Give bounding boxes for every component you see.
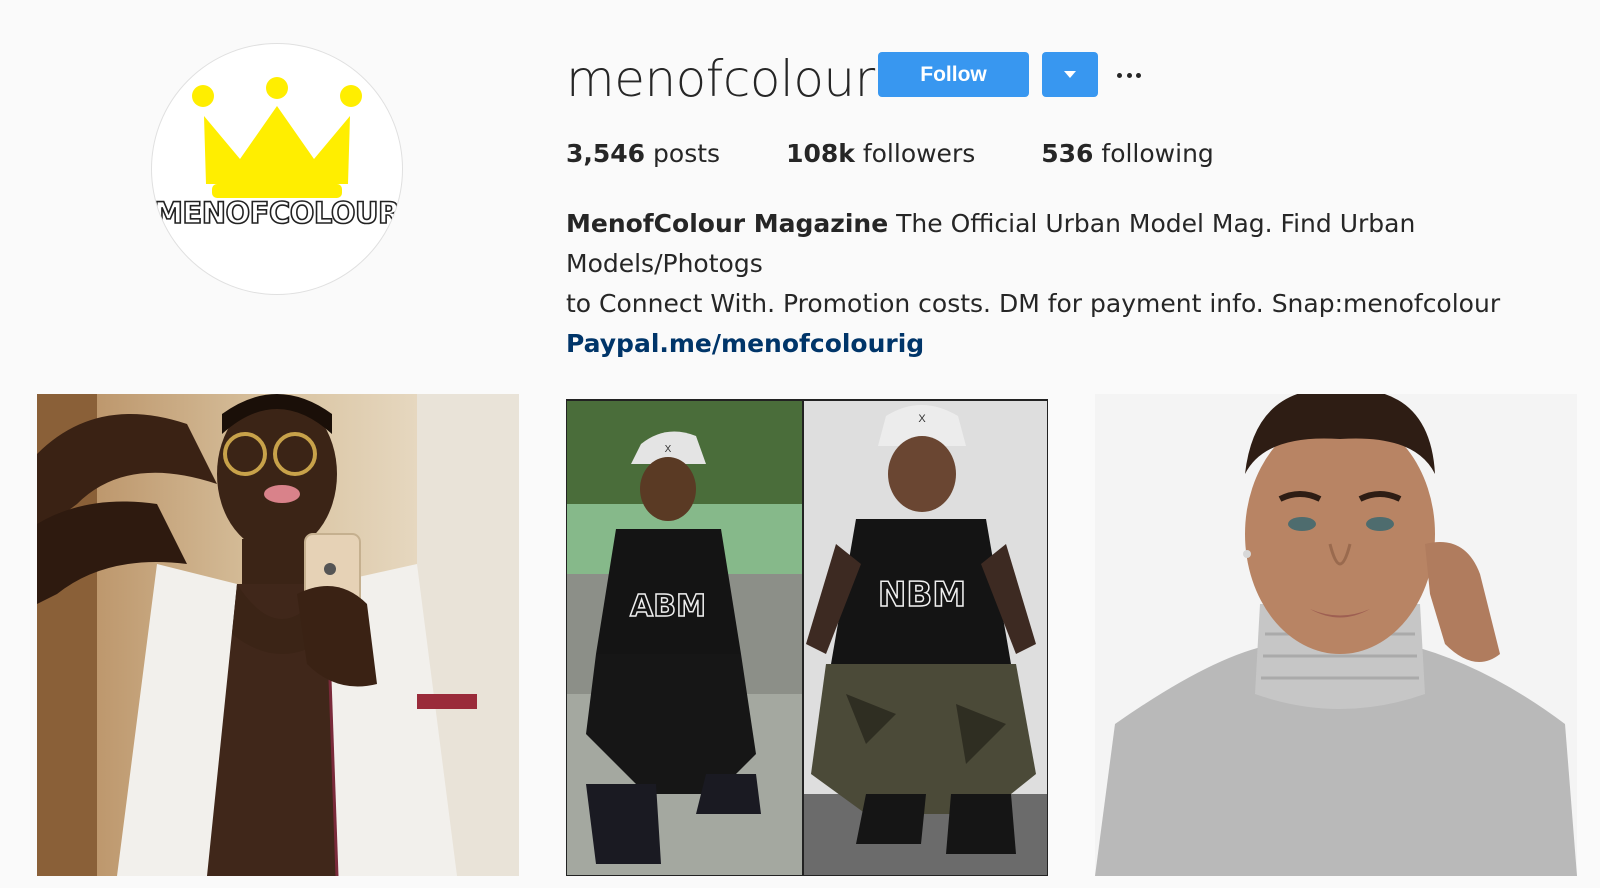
suggestions-dropdown-button[interactable] bbox=[1042, 52, 1098, 97]
follow-button[interactable]: Follow bbox=[878, 52, 1029, 97]
followers-stat[interactable]: 108k followers bbox=[786, 139, 975, 168]
bio-line-1: MenofColour Magazine The Official Urban … bbox=[566, 204, 1566, 284]
posts-label: posts bbox=[653, 139, 721, 168]
more-options-button[interactable] bbox=[1113, 60, 1145, 90]
dot-icon bbox=[1136, 72, 1141, 78]
post-image-3 bbox=[1095, 394, 1577, 876]
post-thumbnail[interactable]: ABM X NBM X bbox=[566, 394, 1048, 876]
left-shirt-logo: ABM bbox=[630, 589, 706, 624]
profile-stats: 3,546 posts 108k followers 536 following bbox=[566, 139, 1280, 168]
profile-bio: MenofColour Magazine The Official Urban … bbox=[566, 204, 1566, 364]
right-shirt-logo: NBM bbox=[878, 575, 966, 615]
following-stat[interactable]: 536 following bbox=[1041, 139, 1214, 168]
profile-username: menofcolour bbox=[566, 50, 875, 108]
left-cap-mark: X bbox=[665, 444, 672, 455]
following-label: following bbox=[1101, 139, 1214, 168]
post-image-2: ABM X NBM X bbox=[566, 394, 1048, 876]
posts-stat: 3,546 posts bbox=[566, 139, 720, 168]
profile-avatar[interactable]: MENOFCOLOUR bbox=[151, 43, 403, 295]
right-cap-mark: X bbox=[918, 413, 926, 425]
crown-icon bbox=[192, 77, 362, 198]
following-count: 536 bbox=[1041, 139, 1094, 168]
followers-label: followers bbox=[862, 139, 976, 168]
dot-icon bbox=[1126, 72, 1132, 78]
followers-count: 108k bbox=[786, 139, 855, 168]
bio-link[interactable]: Paypal.me/menofcolourig bbox=[566, 329, 924, 358]
post-image-1 bbox=[37, 394, 519, 876]
post-thumbnail[interactable] bbox=[37, 394, 519, 876]
bio-text-2: to Connect With. Promotion costs. DM for… bbox=[566, 289, 1501, 318]
posts-count: 3,546 bbox=[566, 139, 646, 168]
dot-icon bbox=[1117, 72, 1122, 78]
avatar-wordmark: MENOFCOLOUR bbox=[153, 195, 401, 231]
post-thumbnail[interactable] bbox=[1095, 394, 1577, 876]
caret-down-icon bbox=[1064, 71, 1076, 78]
bio-full-name: MenofColour Magazine bbox=[566, 209, 889, 238]
